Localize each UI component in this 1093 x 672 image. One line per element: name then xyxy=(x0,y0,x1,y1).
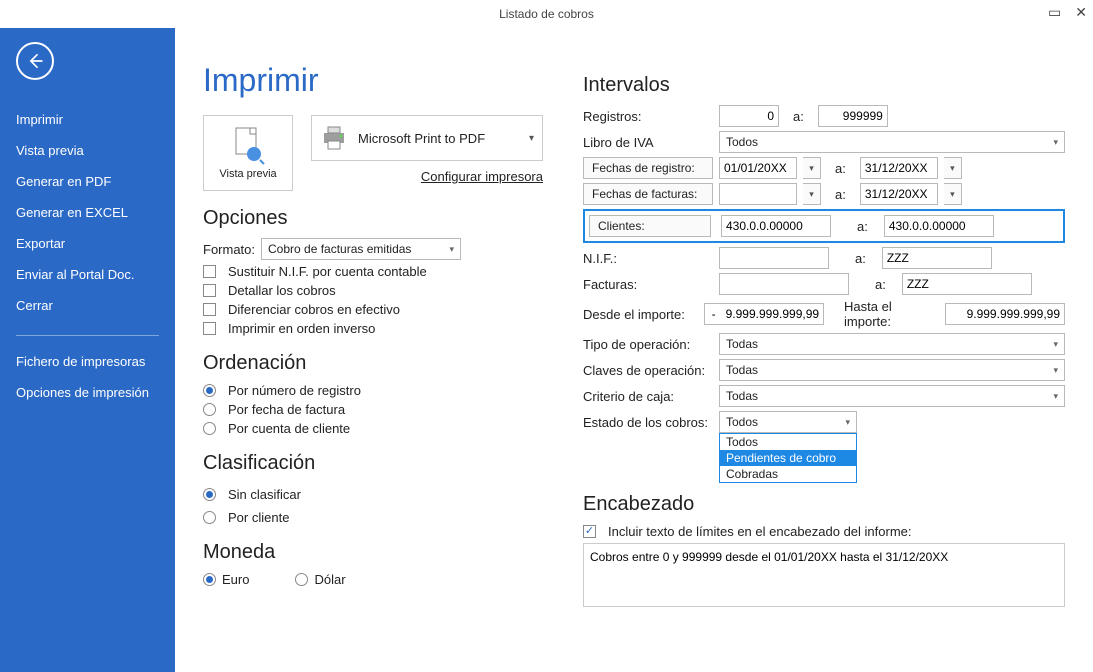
printer-icon xyxy=(320,125,348,151)
sidebar-item-opciones[interactable]: Opciones de impresión xyxy=(16,377,159,408)
facturas-from-input[interactable] xyxy=(719,273,849,295)
opciones-heading: Opciones xyxy=(203,207,543,230)
intervalos-heading: Intervalos xyxy=(583,74,1065,97)
estado-cobros-label: Estado de los cobros: xyxy=(583,415,713,430)
radio-sin-clasificar[interactable]: Sin clasificar xyxy=(203,487,301,502)
sidebar-item-exportar[interactable]: Exportar xyxy=(16,228,159,259)
clientes-to-input[interactable] xyxy=(884,215,994,237)
libro-iva-combo[interactable]: Todos▾ xyxy=(719,131,1065,153)
tipo-op-combo[interactable]: Todas▾ xyxy=(719,333,1065,355)
close-icon[interactable]: ✕ xyxy=(1075,4,1087,21)
page-title: Imprimir xyxy=(203,62,543,99)
fecha-fac-to-input[interactable] xyxy=(860,183,938,205)
hasta-importe-input[interactable] xyxy=(945,303,1065,325)
facturas-to-input[interactable] xyxy=(902,273,1032,295)
vista-previa-label: Vista previa xyxy=(219,168,276,180)
radio-por-cliente[interactable]: Por cliente xyxy=(203,510,543,525)
check-inverso[interactable]: Imprimir en orden inverso xyxy=(203,321,543,336)
fecha-fac-from-drop[interactable]: ▾ xyxy=(803,183,821,205)
sidebar-item-portal[interactable]: Enviar al Portal Doc. xyxy=(16,259,159,290)
fecha-reg-from-drop[interactable]: ▾ xyxy=(803,157,821,179)
desde-importe-label: Desde el importe: xyxy=(583,307,698,322)
check-sustituir[interactable]: Sustituir N.I.F. por cuenta contable xyxy=(203,264,543,279)
radio-dolar[interactable]: Dólar xyxy=(295,572,345,587)
document-preview-icon xyxy=(230,126,266,166)
fechas-registro-button[interactable]: Fechas de registro: xyxy=(583,157,713,179)
registros-label: Registros: xyxy=(583,109,713,124)
fecha-reg-to-input[interactable] xyxy=(860,157,938,179)
estado-cobros-combo[interactable]: Todos▾ xyxy=(719,411,857,433)
printer-selector[interactable]: Microsoft Print to PDF ▾ xyxy=(311,115,543,161)
encabezado-heading: Encabezado xyxy=(583,493,1065,516)
window-title: Listado de cobros xyxy=(499,7,594,21)
estado-opt-cobradas[interactable]: Cobradas xyxy=(720,466,856,482)
claves-op-combo[interactable]: Todas▾ xyxy=(719,359,1065,381)
criterio-caja-label: Criterio de caja: xyxy=(583,389,713,404)
estado-opt-pendientes[interactable]: Pendientes de cobro xyxy=(720,450,856,466)
sidebar-item-fichero[interactable]: Fichero de impresoras xyxy=(16,346,159,377)
printer-name: Microsoft Print to PDF xyxy=(358,131,485,146)
check-detallar[interactable]: Detallar los cobros xyxy=(203,283,543,298)
radio-cuenta-cliente[interactable]: Por cuenta de cliente xyxy=(203,421,543,436)
fechas-facturas-button[interactable]: Fechas de facturas: xyxy=(583,183,713,205)
sidebar-item-excel[interactable]: Generar en EXCEL xyxy=(16,197,159,228)
radio-num-registro[interactable]: Por número de registro xyxy=(203,383,543,398)
fecha-fac-to-drop[interactable]: ▾ xyxy=(944,183,962,205)
radio-fecha-factura[interactable]: Por fecha de factura xyxy=(203,402,543,417)
sidebar-item-imprimir[interactable]: Imprimir xyxy=(16,104,159,135)
libro-iva-label: Libro de IVA xyxy=(583,135,713,150)
sidebar: Imprimir Vista previa Generar en PDF Gen… xyxy=(0,28,175,672)
fecha-reg-from-input[interactable] xyxy=(719,157,797,179)
ordenacion-heading: Ordenación xyxy=(203,352,543,375)
fecha-reg-to-drop[interactable]: ▾ xyxy=(944,157,962,179)
vista-previa-button[interactable]: Vista previa xyxy=(203,115,293,191)
formato-label: Formato: xyxy=(203,242,255,257)
chevron-down-icon: ▾ xyxy=(529,133,534,144)
clientes-button[interactable]: Clientes: xyxy=(589,215,711,237)
fecha-fac-from-input[interactable] xyxy=(719,183,797,205)
clasificacion-heading: Clasificación xyxy=(203,452,543,475)
formato-combo[interactable]: Cobro de facturas emitidas▾ xyxy=(261,238,461,260)
nif-from-input[interactable] xyxy=(719,247,829,269)
maximize-icon[interactable]: ▭ xyxy=(1048,4,1061,21)
clientes-from-input[interactable] xyxy=(721,215,831,237)
registros-to-input[interactable] xyxy=(818,105,888,127)
titlebar: Listado de cobros ▭ ✕ xyxy=(0,0,1093,28)
tipo-op-label: Tipo de operación: xyxy=(583,337,713,352)
registros-from-input[interactable] xyxy=(719,105,779,127)
check-diferenciar[interactable]: Diferenciar cobros en efectivo xyxy=(203,302,543,317)
claves-op-label: Claves de operación: xyxy=(583,363,713,378)
nif-to-input[interactable] xyxy=(882,247,992,269)
criterio-caja-combo[interactable]: Todas▾ xyxy=(719,385,1065,407)
estado-opt-todos[interactable]: Todos xyxy=(720,434,856,450)
estado-cobros-dropdown: Todos Pendientes de cobro Cobradas xyxy=(719,433,857,483)
encabezado-text-input[interactable] xyxy=(583,543,1065,607)
check-incluir-texto[interactable]: Incluir texto de límites en el encabezad… xyxy=(583,524,1065,539)
sidebar-item-pdf[interactable]: Generar en PDF xyxy=(16,166,159,197)
clientes-row-highlighted: Clientes: a: xyxy=(583,209,1065,243)
facturas-label: Facturas: xyxy=(583,277,713,292)
sidebar-item-vista-previa[interactable]: Vista previa xyxy=(16,135,159,166)
hasta-importe-label: Hasta el importe: xyxy=(844,299,931,329)
sidebar-item-cerrar[interactable]: Cerrar xyxy=(16,290,159,321)
nif-label: N.I.F.: xyxy=(583,251,713,266)
radio-euro[interactable]: Euro xyxy=(203,572,249,587)
configure-printer-link[interactable]: Configurar impresora xyxy=(311,169,543,184)
desde-importe-input[interactable] xyxy=(704,303,824,325)
moneda-heading: Moneda xyxy=(203,541,543,564)
back-button[interactable] xyxy=(16,42,54,80)
